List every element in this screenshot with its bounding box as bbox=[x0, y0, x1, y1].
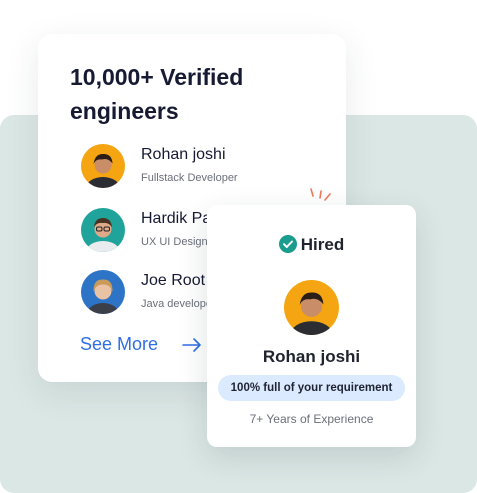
avatar bbox=[81, 270, 125, 314]
avatar-blue-icon bbox=[81, 270, 125, 314]
hired-status: Hired bbox=[207, 235, 416, 255]
hired-card: Hired Rohan joshi 100% full of your requ… bbox=[207, 205, 416, 447]
engineer-list-item[interactable]: Rohan joshi Fullstack Developer bbox=[81, 144, 341, 190]
avatar bbox=[81, 144, 125, 188]
arrow-right-icon[interactable] bbox=[180, 333, 204, 357]
avatar-orange-icon bbox=[284, 280, 339, 335]
check-circle-icon bbox=[278, 235, 297, 253]
engineer-name: Rohan joshi bbox=[141, 146, 226, 163]
avatar bbox=[284, 280, 339, 335]
avatar-teal-icon bbox=[81, 208, 125, 252]
card-title: 10,000+ Verified engineers bbox=[70, 64, 244, 124]
hired-name: Rohan joshi bbox=[262, 347, 361, 366]
engineer-role: Fullstack Developer bbox=[141, 172, 238, 184]
experience-text: 7+ Years of Experience bbox=[249, 412, 374, 426]
avatar-orange-icon bbox=[81, 144, 125, 188]
avatar bbox=[81, 208, 125, 252]
requirement-badge: 100% full of your requirement bbox=[218, 375, 405, 401]
engineer-name: Joe Root bbox=[141, 272, 206, 289]
engineer-role: UX UI Design bbox=[141, 236, 208, 248]
engineer-name: Hardik Pa bbox=[141, 210, 212, 227]
engineer-role: Java develope bbox=[141, 298, 212, 310]
hired-label: Hired bbox=[300, 235, 345, 254]
see-more-link[interactable]: See More bbox=[80, 334, 158, 355]
